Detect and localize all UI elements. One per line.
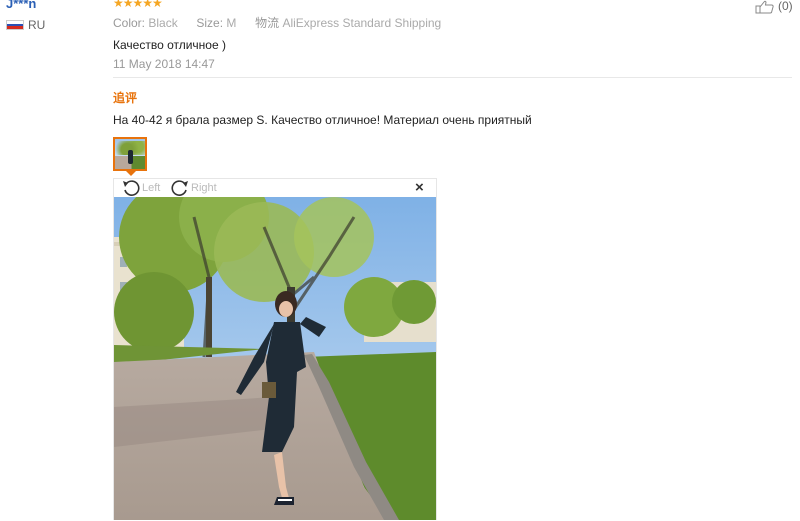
rotate-right-icon <box>171 180 188 196</box>
followup-text: На 40-42 я брала размер S. Качество отли… <box>113 113 532 127</box>
reviewer-name[interactable]: J***n <box>6 0 36 11</box>
rotate-left-label: Left <box>142 182 161 194</box>
review-photo-thumbnail[interactable] <box>113 137 147 171</box>
rotate-left-button[interactable]: Left <box>121 179 160 197</box>
color-value: Black <box>148 16 178 30</box>
followup-label: 追评 <box>113 91 138 105</box>
divider <box>113 77 792 78</box>
color-key: Color: <box>113 16 146 30</box>
rotate-left-icon <box>123 180 140 196</box>
order-info: Color: Black Size: M 物流 AliExpress Stand… <box>113 14 441 31</box>
star-rating: ★★★★★ <box>113 0 163 10</box>
review-date: 11 May 2018 14:47 <box>113 57 215 71</box>
reviewer-country: RU <box>28 18 46 32</box>
close-icon[interactable]: × <box>415 179 424 197</box>
thumbs-up-icon[interactable] <box>755 0 775 14</box>
thumbnail-caret-icon <box>126 171 136 176</box>
size-key: Size: <box>196 16 224 30</box>
shipping-key: 物流 <box>255 16 280 30</box>
rotate-right-label: Right <box>191 182 217 194</box>
rotate-right-button[interactable]: Right <box>170 179 217 197</box>
size-value: M <box>226 16 237 30</box>
russia-flag-icon <box>6 20 24 30</box>
shipping-value: AliExpress Standard Shipping <box>282 16 442 30</box>
helpful-count: (0) <box>778 0 793 13</box>
review-text: Качество отличное ) <box>113 38 226 52</box>
review-photo <box>114 197 436 520</box>
